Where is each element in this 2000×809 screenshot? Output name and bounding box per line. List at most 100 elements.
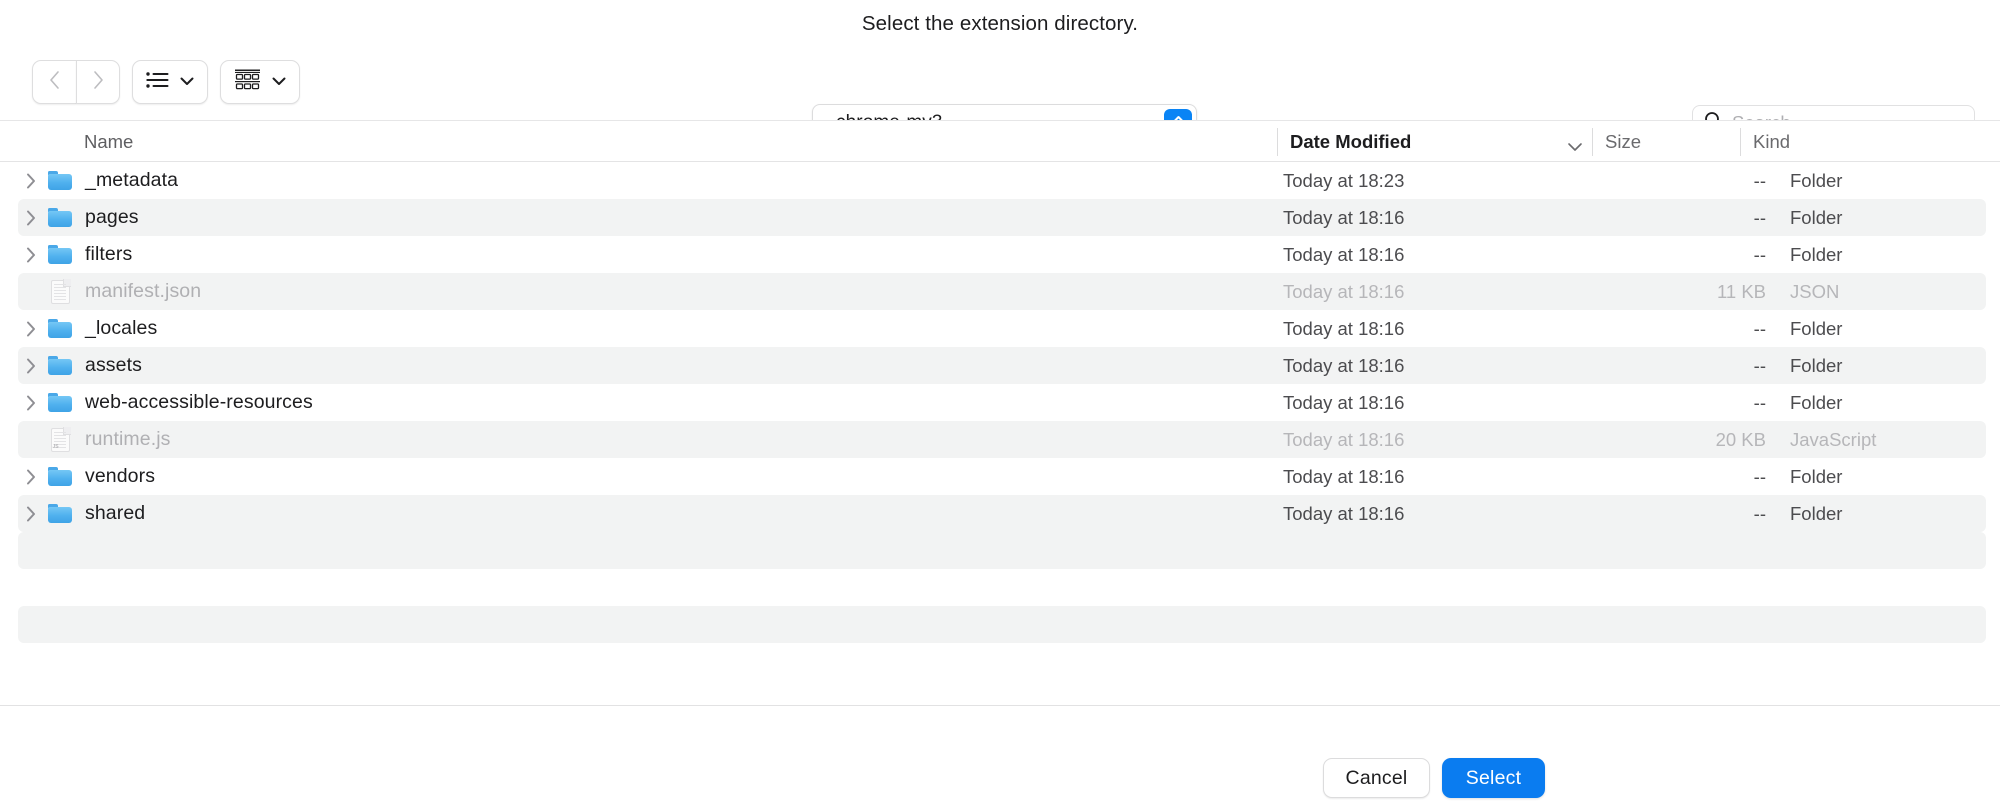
column-header-size[interactable]: Size (1592, 121, 1641, 163)
folder-icon (44, 319, 76, 338)
folder-icon (44, 393, 76, 412)
chevron-left-icon (48, 70, 61, 95)
size-cell: -- (1753, 465, 1766, 487)
column-header-name[interactable]: Name (84, 121, 133, 163)
size-cell: -- (1753, 243, 1766, 265)
folder-icon (44, 467, 76, 486)
table-row[interactable]: manifest.json Today at 18:16 11 KB JSON (18, 273, 1986, 310)
dialog-title-bar: Select the extension directory. (0, 0, 2000, 48)
disclosure-chevron-right-icon[interactable] (18, 246, 44, 264)
disclosure-chevron-right-icon[interactable] (18, 505, 44, 523)
size-cell: 11 KB (1716, 280, 1766, 302)
kind-cell: JavaScript (1790, 428, 1877, 450)
column-header-date-modified-label: Date Modified (1290, 131, 1412, 152)
file-name: _locales (85, 317, 158, 339)
date-modified-cell: Today at 18:16 (1283, 243, 1405, 265)
table-row[interactable]: filters Today at 18:16 -- Folder (18, 236, 1986, 273)
empty-row (18, 643, 1986, 680)
file-picker-dialog: Select the extension directory. Name Dat… (0, 0, 2000, 809)
toolbar: chrome-mv3 Search (0, 48, 2000, 142)
group-by-button[interactable] (220, 60, 300, 104)
size-cell: -- (1753, 317, 1766, 339)
size-cell: -- (1753, 206, 1766, 228)
document-icon: JS (44, 426, 76, 452)
table-row[interactable]: JS runtime.js Today at 18:16 20 KB JavaScrip… (18, 421, 1986, 458)
disclosure-chevron-right-icon[interactable] (18, 394, 44, 412)
column-divider (1592, 128, 1593, 156)
size-cell: 20 KB (1715, 428, 1766, 450)
cancel-button[interactable]: Cancel (1323, 758, 1430, 798)
file-name: pages (85, 206, 139, 228)
chevron-down-icon (180, 73, 194, 91)
date-modified-cell: Today at 18:16 (1283, 280, 1405, 302)
file-name: shared (85, 502, 146, 524)
column-header-date-modified[interactable]: Date Modified (1277, 121, 1582, 163)
empty-row (18, 569, 1986, 606)
date-modified-cell: Today at 18:16 (1283, 465, 1405, 487)
file-name: _metadata (85, 169, 179, 191)
disclosure-chevron-right-icon[interactable] (18, 172, 44, 190)
icon-grid-icon (234, 69, 261, 95)
column-header-size-label: Size (1605, 131, 1641, 152)
size-cell: -- (1753, 502, 1766, 524)
folder-icon (44, 208, 76, 227)
kind-cell: Folder (1790, 465, 1843, 487)
disclosure-chevron-right-icon[interactable] (18, 357, 44, 375)
table-row[interactable]: vendors Today at 18:16 -- Folder (18, 458, 1986, 495)
back-button[interactable] (32, 60, 76, 104)
folder-icon (44, 245, 76, 264)
view-mode-button[interactable] (132, 60, 208, 104)
table-row[interactable]: _locales Today at 18:16 -- Folder (18, 310, 1986, 347)
empty-row (18, 606, 1986, 643)
column-header-row: Name Date Modified Size Kind (0, 120, 2000, 162)
column-divider (1277, 128, 1278, 156)
file-name: filters (85, 243, 133, 265)
file-name: web-accessible-resources (85, 391, 313, 413)
date-modified-cell: Today at 18:23 (1283, 169, 1405, 191)
disclosure-chevron-right-icon[interactable] (18, 468, 44, 486)
date-modified-cell: Today at 18:16 (1283, 317, 1405, 339)
document-icon (44, 278, 76, 304)
chevron-down-icon (1567, 135, 1583, 157)
forward-button[interactable] (76, 60, 120, 104)
table-row[interactable]: _metadata Today at 18:23 -- Folder (18, 162, 1986, 199)
size-cell: -- (1753, 169, 1766, 191)
toolbar-left-controls (32, 60, 300, 104)
folder-icon (44, 504, 76, 523)
file-name: manifest.json (85, 280, 202, 302)
table-row[interactable]: web-accessible-resources Today at 18:16 --… (18, 384, 1986, 421)
kind-cell: Folder (1790, 502, 1843, 524)
kind-cell: JSON (1790, 280, 1840, 302)
date-modified-cell: Today at 18:16 (1283, 502, 1405, 524)
table-row[interactable]: pages Today at 18:16 -- Folder (18, 199, 1986, 236)
folder-icon (44, 171, 76, 190)
chevron-right-icon (92, 70, 105, 95)
list-view-icon (146, 71, 169, 94)
folder-icon (44, 356, 76, 375)
kind-cell: Folder (1790, 317, 1843, 339)
file-list[interactable]: _metadata Today at 18:23 -- Folder pages Toda… (0, 162, 2000, 705)
dialog-title: Select the extension directory. (861, 12, 1139, 35)
column-divider (1740, 128, 1741, 156)
kind-cell: Folder (1790, 206, 1843, 228)
navigation-buttons (32, 60, 120, 104)
footer: Cancel Select (0, 706, 2000, 809)
kind-cell: Folder (1790, 169, 1843, 191)
size-cell: -- (1753, 391, 1766, 413)
disclosure-chevron-right-icon[interactable] (18, 209, 44, 227)
disclosure-chevron-right-icon[interactable] (18, 320, 44, 338)
kind-cell: Folder (1790, 391, 1843, 413)
select-button[interactable]: Select (1442, 758, 1545, 798)
file-name: runtime.js (85, 428, 171, 450)
kind-cell: Folder (1790, 243, 1843, 265)
table-row[interactable]: assets Today at 18:16 -- Folder (18, 347, 1986, 384)
size-cell: -- (1753, 354, 1766, 376)
table-row[interactable]: shared Today at 18:16 -- Folder (18, 495, 1986, 532)
date-modified-cell: Today at 18:16 (1283, 206, 1405, 228)
date-modified-cell: Today at 18:16 (1283, 391, 1405, 413)
column-header-kind[interactable]: Kind (1740, 121, 1790, 163)
empty-row (18, 532, 1986, 569)
date-modified-cell: Today at 18:16 (1283, 428, 1405, 450)
column-header-kind-label: Kind (1753, 131, 1791, 152)
file-name: assets (85, 354, 142, 376)
